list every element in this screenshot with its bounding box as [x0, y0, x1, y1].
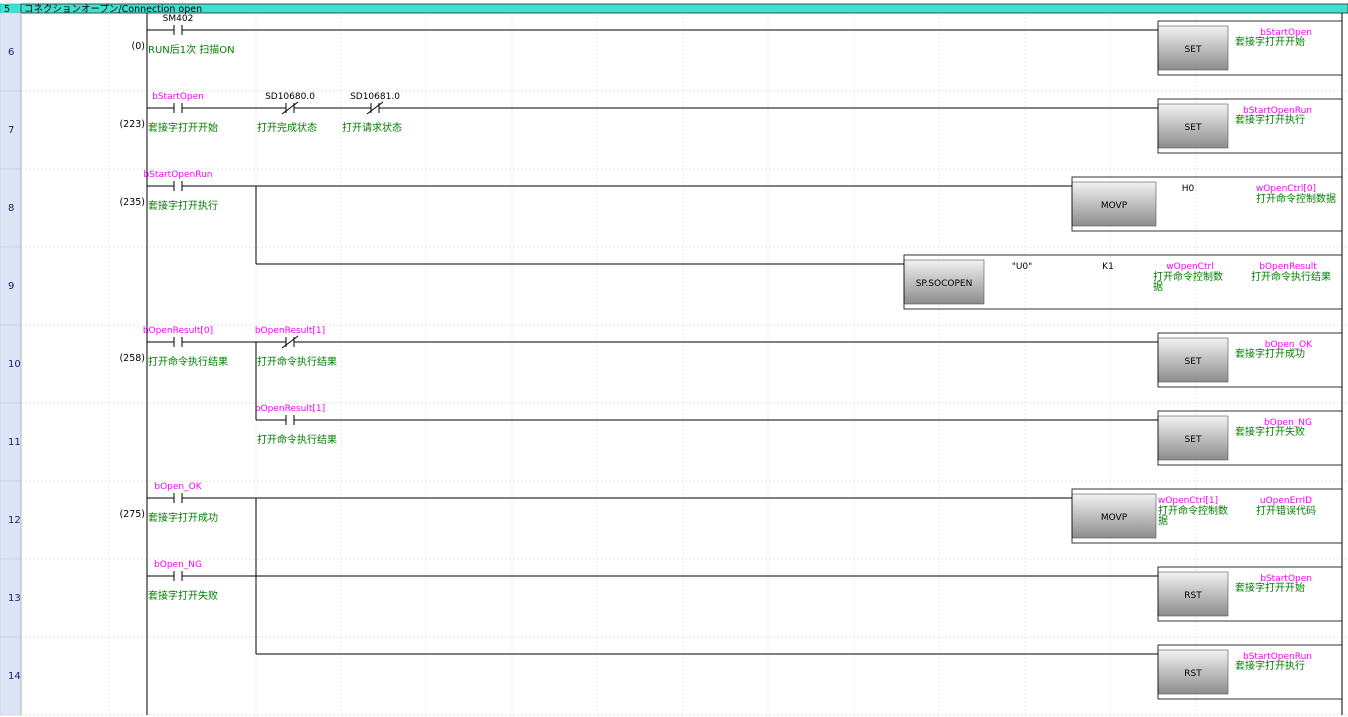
- operand-device: bOpenResult: [1259, 262, 1317, 272]
- row-number: 11: [8, 437, 21, 448]
- step-number: (235): [119, 197, 145, 208]
- operand-comment: 套接字打开开始: [1235, 35, 1305, 48]
- ladder-diagram: 5 コネクションオープン/Connection open 6 (0) SM402 RU…: [0, 0, 1348, 717]
- contact-device: SD10680.0: [265, 92, 315, 102]
- contact-device: bStartOpen: [152, 92, 204, 102]
- operand-comment: 打开错误代码: [1256, 504, 1316, 517]
- instruction-name: SP.SOCOPEN: [916, 279, 973, 289]
- operand-comment: 套接字打开执行: [1235, 113, 1305, 126]
- operand-device: K1: [1102, 262, 1114, 272]
- contact-comment: 打开命令执行结果: [257, 433, 337, 446]
- contact-device: bOpenResult[1]: [255, 326, 325, 336]
- operand-comment: 打开命令执行结果: [1251, 270, 1331, 283]
- contact-device: bOpenResult[0]: [143, 326, 213, 336]
- row-number: 6: [8, 47, 14, 58]
- instruction-name: MOVP: [1101, 201, 1128, 211]
- operand-device: wOpenCtrl: [1166, 262, 1213, 272]
- operand-comment: 打开命令控制数据: [1256, 192, 1336, 205]
- contact-device: bOpen_OK: [154, 482, 202, 492]
- row-number: 9: [8, 281, 14, 292]
- contact-comment: 套接字打开执行: [148, 199, 218, 212]
- contact-device: SM402: [163, 14, 194, 24]
- operand-device: H0: [1182, 184, 1195, 194]
- row-number: 10: [8, 359, 21, 370]
- contact-comment: 套接字打开成功: [148, 511, 218, 524]
- contact-comment: 打开命令执行结果: [148, 355, 228, 368]
- step-number: (0): [132, 41, 145, 52]
- operand-comment: 套接字打开开始: [1235, 581, 1305, 594]
- contact-comment: RUN后1次 扫描ON: [148, 43, 235, 56]
- contact-comment: 打开完成状态: [257, 121, 317, 134]
- row-number: 14: [8, 671, 21, 682]
- operand-device: uOpenErrID: [1260, 496, 1312, 506]
- instruction-name: MOVP: [1101, 513, 1128, 523]
- operand-device: wOpenCtrl[1]: [1158, 496, 1218, 506]
- contact-device: bOpenResult[1]: [255, 404, 325, 414]
- contact-comment: 套接字打开开始: [148, 121, 218, 134]
- program-header[interactable]: 5 コネクションオープン/Connection open: [0, 3, 1348, 15]
- step-number: (223): [119, 119, 145, 130]
- operand-device: "U0": [1012, 262, 1033, 272]
- contact-device: bStartOpenRun: [144, 170, 213, 180]
- instruction-name: RST: [1184, 591, 1202, 601]
- instruction-name: SET: [1185, 357, 1202, 367]
- step-number: (258): [119, 353, 145, 364]
- operand-comment: 套接字打开执行: [1235, 659, 1305, 672]
- contact-comment: 打开命令执行结果: [257, 355, 337, 368]
- instruction-name: SET: [1185, 45, 1202, 55]
- step-number: (275): [119, 509, 145, 520]
- row-number: 12: [8, 515, 21, 526]
- row-number: 13: [8, 593, 21, 604]
- contact-comment: 打开请求状态: [342, 121, 402, 134]
- instruction-name: SET: [1185, 123, 1202, 133]
- contact-device: bOpen_NG: [154, 560, 202, 570]
- operand-comment: 套接字打开成功: [1235, 347, 1305, 360]
- instruction-name: SET: [1185, 435, 1202, 445]
- contact-comment: 套接字打开失败: [148, 589, 218, 602]
- row-number: 7: [8, 125, 14, 136]
- row-number: 8: [8, 203, 14, 214]
- operand-comment: 套接字打开失败: [1235, 425, 1305, 438]
- operand-device: wOpenCtrl[0]: [1256, 184, 1316, 194]
- instruction-name: RST: [1184, 669, 1202, 679]
- contact-device: SD10681.0: [350, 92, 400, 102]
